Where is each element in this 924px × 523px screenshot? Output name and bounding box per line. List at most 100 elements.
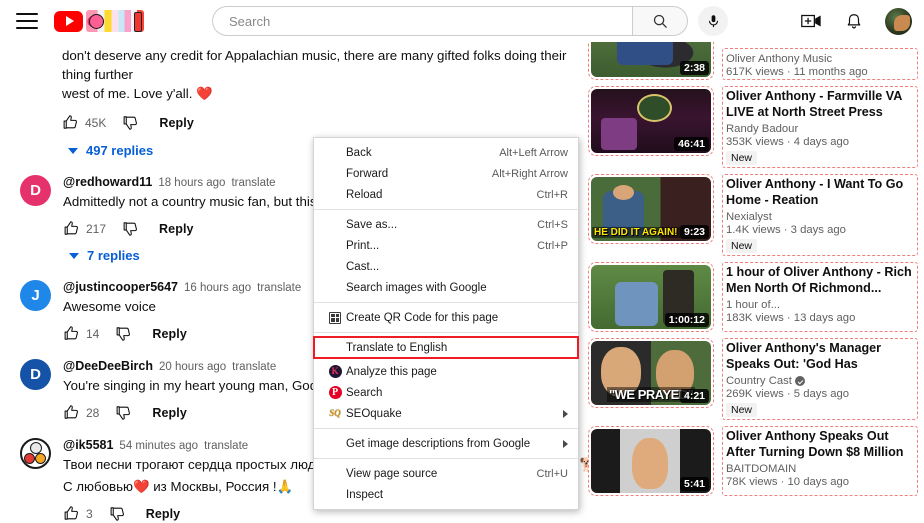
video-list-item[interactable]: 1:00:12 1 hour of Oliver Anthony - Rich … (588, 262, 918, 332)
dislike-button[interactable] (109, 505, 126, 522)
dislike-button[interactable] (122, 220, 139, 237)
context-menu-item-cast[interactable]: Cast... (314, 256, 578, 277)
comment-timestamp: 16 hours ago (184, 282, 252, 294)
video-stats: 183K views · 13 days ago (726, 312, 856, 324)
thumbs-up-icon (63, 115, 77, 129)
video-title[interactable]: Oliver Anthony - I Want To Go Home - Rea… (726, 176, 914, 208)
context-menu-group: Translate to English (313, 336, 579, 359)
context-menu-item-analyze-this-page[interactable]: K Analyze this page (314, 361, 578, 382)
context-menu-item-save-as[interactable]: Save as... Ctrl+S (314, 214, 578, 235)
comment-author[interactable]: @ik5581 (63, 438, 113, 452)
search-button[interactable] (632, 6, 688, 36)
video-channel[interactable]: Nexialyst (726, 211, 914, 223)
reply-button[interactable]: Reply (159, 222, 194, 236)
voice-search-button[interactable] (698, 6, 728, 36)
comment-author[interactable]: @justincooper5647 (63, 280, 178, 294)
translate-link[interactable]: translate (232, 361, 276, 373)
video-channel[interactable]: Country Cast (726, 375, 914, 387)
video-channel[interactable]: Oliver Anthony Music (726, 53, 914, 65)
video-title[interactable]: 1 hour of Oliver Anthony - Rich Men Nort… (726, 264, 914, 296)
context-menu-item-view-page-source[interactable]: View page source Ctrl+U (314, 463, 578, 484)
thumbs-down-icon (116, 406, 131, 420)
avatar[interactable]: D (20, 359, 51, 390)
video-thumbnail[interactable]: HE DID IT AGAIN! 9:23 (588, 174, 714, 244)
video-list-item[interactable]: 2:38 Oliver Anthony Music 617K views · 1… (588, 42, 918, 80)
avatar[interactable]: D (20, 175, 51, 206)
context-menu-item-search-images-with-google[interactable]: Search images with Google (314, 277, 578, 298)
like-button[interactable]: 45K (62, 114, 122, 131)
menu-item-label: Save as... (346, 218, 398, 231)
reply-button[interactable]: Reply (152, 406, 187, 420)
video-title[interactable]: Oliver Anthony - Farmville VA LIVE at No… (726, 88, 914, 120)
context-menu-item-search[interactable]: P Search (314, 382, 578, 403)
video-list-item[interactable]: 5:41 Oliver Anthony Speaks Out After Tur… (588, 426, 918, 496)
create-video-button[interactable] (801, 12, 823, 30)
hamburger-menu-icon[interactable] (16, 13, 38, 29)
thumbnail-caption: HE DID IT AGAIN! (592, 227, 680, 238)
video-list-item[interactable]: HE DID IT AGAIN! 9:23 Oliver Anthony - I… (588, 174, 918, 256)
context-menu-item-create-qr-code[interactable]: Create QR Code for this page (314, 307, 578, 328)
context-menu-item-reload[interactable]: Reload Ctrl+R (314, 184, 578, 205)
video-duration: 4:21 (679, 389, 709, 403)
context-menu-item-seoquake[interactable]: SQ SEOquake (314, 403, 578, 424)
youtube-logo[interactable] (54, 10, 144, 32)
search-input[interactable] (229, 13, 632, 29)
context-menu-item-translate-to-english[interactable]: Translate to English (313, 336, 579, 359)
translate-link[interactable]: translate (204, 440, 248, 452)
reply-button[interactable]: Reply (159, 116, 194, 130)
replies-count: 497 replies (86, 143, 154, 158)
qr-code-icon (324, 311, 346, 324)
thumbs-up-icon (64, 221, 78, 235)
avatar-circle-yellow (35, 453, 46, 464)
video-list-item[interactable]: 46:41 Oliver Anthony - Farmville VA LIVE… (588, 86, 918, 168)
comment-author[interactable]: @redhoward11 (63, 175, 152, 189)
video-list-item[interactable]: "WE PRAYED" 4:21 Oliver Anthony's Manage… (588, 338, 918, 420)
translate-link[interactable]: translate (231, 177, 275, 189)
channel-name: Nexialyst (726, 211, 772, 223)
video-channel[interactable]: BAITDOMAIN (726, 463, 914, 475)
menu-item-shortcut: Alt+Right Arrow (491, 167, 568, 180)
submenu-arrow-icon (563, 439, 568, 448)
like-button[interactable]: 3 (63, 505, 109, 522)
video-title[interactable]: Oliver Anthony's Manager Speaks Out: 'Go… (726, 340, 914, 372)
video-thumbnail[interactable]: 5:41 (588, 426, 714, 496)
thumbs-up-icon (64, 506, 78, 520)
avatar[interactable]: J (20, 280, 51, 311)
context-menu-item-forward[interactable]: Forward Alt+Right Arrow (314, 163, 578, 184)
like-button[interactable]: 28 (63, 404, 115, 421)
dislike-button[interactable] (115, 404, 132, 421)
context-menu-item-back[interactable]: Back Alt+Left Arrow (314, 142, 578, 163)
context-menu-item-get-image-descriptions[interactable]: Get image descriptions from Google (314, 433, 578, 454)
context-menu-item-inspect[interactable]: Inspect (314, 484, 578, 505)
avatar[interactable] (20, 438, 51, 469)
video-channel[interactable]: Randy Badour (726, 123, 914, 135)
translate-link[interactable]: translate (257, 282, 301, 294)
user-avatar[interactable] (885, 7, 912, 35)
like-button[interactable]: 217 (63, 220, 122, 237)
header-actions (801, 0, 912, 42)
menu-divider (314, 209, 578, 210)
notifications-button[interactable] (845, 12, 863, 31)
video-thumbnail[interactable]: "WE PRAYED" 4:21 (588, 338, 714, 408)
video-thumbnail[interactable]: 2:38 (588, 42, 714, 80)
channel-name: BAITDOMAIN (726, 463, 797, 475)
video-thumbnail[interactable]: 1:00:12 (588, 262, 714, 332)
thumbs-up-icon (64, 326, 78, 340)
comment-author[interactable]: @DeeDeeBirch (63, 359, 153, 373)
channel-name: Oliver Anthony Music (726, 53, 833, 65)
context-menu-item-print[interactable]: Print... Ctrl+P (314, 235, 578, 256)
menu-item-label: Inspect (346, 488, 384, 501)
video-thumbnail[interactable]: 46:41 (588, 86, 714, 156)
dislike-button[interactable] (122, 114, 139, 131)
video-title[interactable]: Oliver Anthony Speaks Out After Turning … (726, 428, 914, 460)
reply-button[interactable]: Reply (146, 507, 181, 521)
replies-count: 7 replies (87, 248, 140, 263)
search-input-container[interactable] (212, 6, 632, 36)
video-duration: 1:00:12 (664, 313, 709, 327)
like-button[interactable]: 14 (63, 325, 115, 342)
reply-button[interactable]: Reply (152, 327, 187, 341)
avatar-circle-red (24, 453, 35, 464)
video-channel[interactable]: 1 hour of... (726, 299, 914, 311)
dislike-button[interactable] (115, 325, 132, 342)
video-info: Oliver Anthony - I Want To Go Home - Rea… (722, 174, 918, 256)
